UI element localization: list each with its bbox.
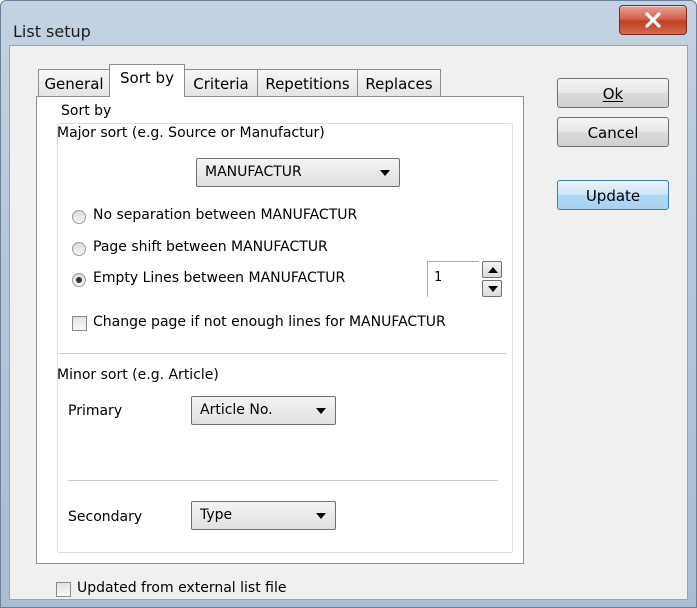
tab-criteria-label: Criteria: [193, 75, 249, 93]
sort-by-group-title: Sort by: [59, 103, 114, 119]
chevron-down-icon: [316, 513, 326, 519]
title-bar[interactable]: List setup: [1, 1, 696, 45]
primary-sort-value: Article No.: [200, 402, 273, 418]
secondary-sort-select[interactable]: Type: [191, 501, 336, 530]
chevron-down-icon: [488, 286, 498, 292]
minor-sort-label: Minor sort (e.g. Article): [57, 367, 219, 383]
chevron-up-icon: [488, 267, 498, 273]
chevron-down-icon: [316, 408, 326, 414]
update-button-label: Update: [585, 187, 641, 205]
spinner-down-button[interactable]: [482, 280, 502, 297]
radio-page-shift[interactable]: [72, 242, 86, 256]
tab-sort-by-label: Sort by: [120, 69, 174, 87]
empty-lines-value: 1: [434, 270, 442, 285]
tab-replaces[interactable]: Replaces: [357, 69, 441, 97]
tab-general-label: General: [44, 75, 104, 93]
sort-by-group: [57, 123, 513, 553]
chevron-down-icon: [380, 170, 390, 176]
secondary-label: Secondary: [68, 509, 143, 525]
ok-button-label: Ok: [602, 85, 624, 103]
close-icon: [645, 12, 661, 28]
tab-repetitions-label: Repetitions: [265, 75, 350, 93]
separator-primary-secondary: [68, 480, 498, 481]
change-page-label[interactable]: Change page if not enough lines for MANU…: [93, 314, 446, 330]
tab-replaces-label: Replaces: [365, 75, 433, 93]
empty-lines-spinner-input[interactable]: 1: [427, 261, 479, 297]
major-sort-label: Major sort (e.g. Source or Manufactur): [57, 125, 325, 141]
window-title: List setup: [13, 22, 91, 41]
major-sort-select[interactable]: MANUFACTUR: [196, 158, 400, 187]
separator-major-minor: [57, 353, 507, 354]
dialog-client: General Sort by Criteria Repetitions Rep…: [9, 45, 688, 600]
radio-empty-lines-label[interactable]: Empty Lines between MANUFACTUR: [93, 270, 345, 286]
updated-external-checkbox[interactable]: [56, 582, 71, 597]
radio-empty-lines[interactable]: [72, 273, 86, 287]
cancel-button-label: Cancel: [587, 124, 639, 142]
radio-page-shift-label[interactable]: Page shift between MANUFACTUR: [93, 239, 328, 255]
update-button[interactable]: Update: [557, 180, 669, 210]
close-button[interactable]: [619, 5, 687, 35]
ok-button[interactable]: Ok: [557, 78, 669, 108]
secondary-sort-value: Type: [200, 507, 233, 523]
primary-sort-select[interactable]: Article No.: [191, 396, 336, 425]
radio-no-separation[interactable]: [72, 210, 86, 224]
list-setup-window: List setup General Sort by Criteria Repe…: [0, 0, 697, 608]
cancel-button[interactable]: Cancel: [557, 117, 669, 147]
spinner-up-button[interactable]: [482, 261, 502, 278]
updated-external-label[interactable]: Updated from external list file: [77, 580, 286, 596]
change-page-checkbox[interactable]: [72, 316, 87, 331]
tab-general[interactable]: General: [38, 69, 110, 97]
tab-repetitions[interactable]: Repetitions: [257, 69, 358, 97]
radio-no-separation-label[interactable]: No separation between MANUFACTUR: [93, 207, 357, 223]
tab-criteria[interactable]: Criteria: [184, 69, 258, 97]
tab-sort-by[interactable]: Sort by: [109, 64, 185, 97]
major-sort-value: MANUFACTUR: [205, 164, 302, 180]
primary-label: Primary: [68, 403, 123, 419]
